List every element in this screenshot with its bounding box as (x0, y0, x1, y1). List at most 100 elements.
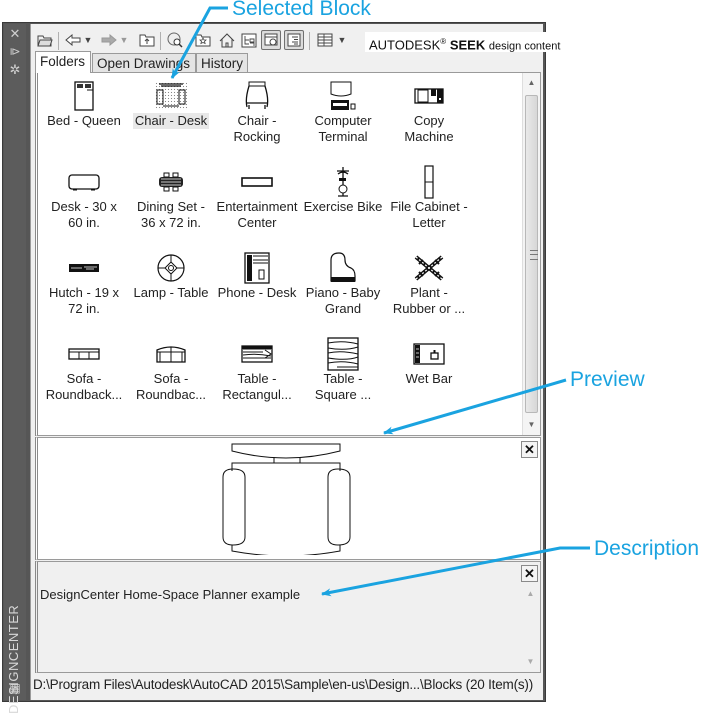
block-item-label: Plant - Rubber or ... (392, 285, 466, 316)
block-item[interactable]: Table - Square ... (300, 337, 386, 403)
autodesk-seek-link[interactable]: AUTODESK® SEEK design content (365, 32, 565, 52)
hutch-icon (41, 251, 127, 285)
scroll-down-arrow[interactable]: ▼ (522, 654, 539, 670)
piano-icon (300, 251, 386, 285)
favorites-icon[interactable] (193, 30, 213, 50)
block-item-label: Lamp - Table (133, 285, 209, 300)
grip-icon (530, 250, 538, 260)
search-icon[interactable] (165, 30, 185, 50)
block-item[interactable]: Sofa - Roundbac... (128, 337, 214, 403)
back-icon[interactable] (63, 30, 83, 50)
block-item-label: Entertainment Center (216, 199, 298, 230)
block-item-label: Computer Terminal (314, 113, 372, 144)
block-item[interactable]: Hutch - 19 x 72 in. (41, 251, 127, 317)
back-dropdown[interactable]: ▼ (83, 30, 93, 50)
description-pane: DesignCenter Home-Space Planner example … (35, 561, 541, 673)
block-item-label: Sofa - Roundback... (45, 371, 123, 402)
exercise-bike-icon (300, 165, 386, 199)
phone-icon (214, 251, 300, 285)
block-item-label: Desk - 30 x 60 in. (51, 199, 117, 230)
palette-titlebar[interactable]: ✕ ⧐ ✲ DESIGNCENTER ▦ (4, 24, 26, 714)
description-text: DesignCenter Home-Space Planner example (40, 587, 301, 602)
table-square-icon (300, 337, 386, 371)
block-item-label: Chair - Desk (132, 113, 210, 129)
tab-folders[interactable]: Folders (35, 51, 91, 73)
close-preview-button[interactable]: ✕ (521, 441, 538, 458)
block-item-label: Dining Set - 36 x 72 in. (137, 199, 205, 230)
computer-terminal-icon (300, 79, 386, 113)
description-toggle-icon[interactable] (284, 30, 304, 50)
file-cabinet-icon (386, 165, 472, 199)
block-item-label: Piano - Baby Grand (305, 285, 381, 316)
block-item-label: Table - Square ... (314, 371, 372, 402)
block-item[interactable]: Copy Machine (386, 79, 472, 145)
views-icon[interactable] (315, 30, 335, 50)
block-item-label: Wet Bar (405, 371, 453, 386)
block-item[interactable]: Bed - Queen (41, 79, 127, 129)
block-item-label: Copy Machine (404, 113, 454, 144)
scroll-thumb[interactable] (525, 95, 538, 413)
block-item[interactable]: Sofa - Roundback... (41, 337, 127, 403)
block-list-scrollbar[interactable]: ▲ ▼ (522, 73, 540, 435)
forward-icon[interactable] (99, 30, 119, 50)
block-item-label: File Cabinet - Letter (390, 199, 468, 230)
block-item-label: Exercise Bike (303, 199, 383, 214)
chair-rocking-icon (214, 79, 300, 113)
block-item[interactable]: File Cabinet - Letter (386, 165, 472, 231)
designcenter-panel: ▼ ▼ ▼ AUTODESK® SEEK design content Fold… (30, 24, 565, 700)
block-item[interactable]: Phone - Desk (214, 251, 300, 301)
forward-dropdown[interactable]: ▼ (119, 30, 129, 50)
plant-icon (386, 251, 472, 285)
autohide-icon[interactable]: ⧐ (4, 44, 26, 60)
views-dropdown[interactable]: ▼ (337, 30, 347, 50)
block-item[interactable]: Computer Terminal (300, 79, 386, 145)
block-item-label: Sofa - Roundbac... (135, 371, 207, 402)
load-icon[interactable] (35, 30, 55, 50)
copy-machine-icon (386, 79, 472, 113)
designcenter-icon: ▦ (9, 681, 21, 695)
tree-view-toggle-icon[interactable] (239, 30, 259, 50)
scroll-up-arrow[interactable]: ▲ (522, 586, 539, 602)
status-bar-path: D:\Program Files\Autodesk\AutoCAD 2015\S… (33, 677, 534, 692)
block-item-label: Bed - Queen (47, 113, 121, 128)
preview-pane: ✕ (35, 437, 541, 560)
tab-history[interactable]: History (196, 53, 248, 73)
block-item[interactable]: Lamp - Table (128, 251, 214, 301)
entertainment-center-icon (214, 165, 300, 199)
close-icon[interactable]: ✕ (4, 26, 26, 42)
sofa-icon (41, 337, 127, 371)
chair-desk-icon (128, 79, 214, 113)
block-item[interactable]: Chair - Rocking (214, 79, 300, 145)
home-icon[interactable] (217, 30, 237, 50)
block-item[interactable]: Table - Rectangul... (214, 337, 300, 403)
block-item[interactable]: Desk - 30 x 60 in. (41, 165, 127, 231)
block-item[interactable]: Plant - Rubber or ... (386, 251, 472, 317)
block-item[interactable]: Wet Bar (386, 337, 472, 387)
block-item-label: Table - Rectangul... (222, 371, 292, 402)
block-item[interactable]: Piano - Baby Grand (300, 251, 386, 317)
block-list: Bed - Queen Chair - Desk Chair - Rocking Co… (35, 72, 541, 436)
block-item[interactable]: Exercise Bike (300, 165, 386, 215)
description-scrollbar[interactable]: ▲ ▼ (522, 584, 540, 672)
preview-image (222, 443, 351, 555)
wet-bar-icon (386, 337, 472, 371)
callout-description: Description (594, 537, 700, 560)
toolbar: ▼ ▼ ▼ AUTODESK® SEEK design content (31, 28, 565, 54)
lamp-icon (128, 251, 214, 285)
up-icon[interactable] (137, 30, 157, 50)
properties-icon[interactable]: ✲ (4, 62, 26, 78)
preview-toggle-icon[interactable] (261, 30, 281, 50)
block-item[interactable]: Chair - Desk (128, 79, 214, 129)
dining-set-icon (128, 165, 214, 199)
block-item-label: Phone - Desk (217, 285, 297, 300)
block-item[interactable]: Dining Set - 36 x 72 in. (128, 165, 214, 231)
scroll-up-arrow[interactable]: ▲ (523, 75, 540, 91)
block-item-label: Hutch - 19 x 72 in. (48, 285, 120, 316)
scroll-down-arrow[interactable]: ▼ (523, 417, 540, 433)
block-item[interactable]: Entertainment Center (214, 165, 300, 231)
desk-icon (41, 165, 127, 199)
close-description-button[interactable]: ✕ (521, 565, 538, 582)
tab-open-drawings[interactable]: Open Drawings (92, 53, 196, 73)
callout-selected-block: Selected Block (232, 0, 371, 20)
table-rectangular-icon (214, 337, 300, 371)
